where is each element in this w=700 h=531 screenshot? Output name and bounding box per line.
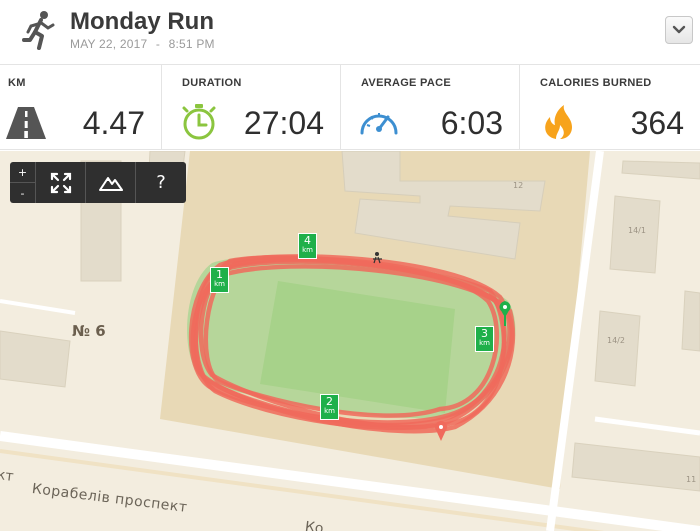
km-marker-unit: km	[324, 407, 335, 415]
km-marker-3[interactable]: 3 km	[475, 326, 494, 352]
stat-average-pace: AVERAGE PACE 6:03	[341, 65, 520, 149]
km-marker-1[interactable]: 1 km	[210, 267, 229, 293]
activity-time: 8:51 PM	[168, 37, 215, 51]
building	[0, 330, 71, 388]
km-marker-unit: km	[302, 246, 313, 254]
km-marker-number: 4	[304, 234, 311, 247]
stat-label: CALORIES BURNED	[540, 77, 652, 89]
street-label: кт	[0, 467, 15, 485]
zoom-controls: + -	[10, 162, 36, 203]
options-dropdown-button[interactable]	[665, 16, 693, 44]
stat-label: AVERAGE PACE	[361, 77, 451, 89]
km-marker-number: 1	[216, 268, 223, 281]
building	[594, 310, 641, 387]
building	[681, 290, 700, 352]
building-number: 12	[513, 181, 524, 190]
building-number: 14/2	[607, 336, 625, 345]
activity-date: MAY 22, 2017	[70, 37, 148, 51]
stat-duration: DURATION 27:04	[162, 65, 341, 149]
stat-calories: CALORIES BURNED 364	[520, 65, 700, 149]
km-marker-2[interactable]: 2 km	[320, 394, 339, 420]
map-canvas	[0, 151, 700, 531]
km-marker-unit: km	[214, 280, 225, 288]
stat-distance: KM 4.47	[0, 65, 162, 149]
chevron-down-icon	[672, 25, 686, 34]
stat-value: 6:03	[440, 105, 503, 141]
stat-value: 4.47	[82, 105, 145, 141]
building-number: 11	[686, 475, 697, 484]
km-marker-number: 3	[481, 327, 488, 340]
expand-icon	[50, 172, 71, 193]
stat-label: DURATION	[182, 77, 242, 89]
activity-header: Monday Run MAY 22, 2017 - 8:51 PM	[0, 0, 700, 64]
speedometer-icon	[360, 113, 398, 135]
road-icon	[6, 107, 46, 139]
stat-value: 27:04	[243, 105, 324, 141]
flame-icon	[545, 105, 572, 139]
activity-datetime: MAY 22, 2017 - 8:51 PM	[70, 37, 215, 51]
page-title: Monday Run	[70, 8, 214, 35]
route-map[interactable]: 12 14/1 14/2 11 № 6 кт Корабелів проспек…	[0, 151, 700, 531]
stats-bar: KM 4.47 DURATION 27:04 AVERAGE PACE 6:03	[0, 64, 700, 150]
zoom-in-button[interactable]: +	[10, 162, 35, 183]
help-button[interactable]: ?	[136, 162, 186, 203]
datetime-separator: -	[155, 37, 161, 51]
stopwatch-icon	[182, 104, 216, 140]
runner-icon	[22, 11, 55, 50]
km-marker-4[interactable]: 4 km	[298, 233, 317, 259]
zoom-out-button[interactable]: -	[10, 183, 35, 203]
stat-label: KM	[8, 77, 26, 89]
km-marker-number: 2	[326, 395, 333, 408]
area-label: № 6	[72, 322, 106, 340]
fullscreen-button[interactable]	[36, 162, 86, 203]
terrain-button[interactable]	[86, 162, 136, 203]
stat-value: 364	[630, 105, 684, 141]
street-label: Ко	[304, 519, 325, 531]
map-toolbar: + - ?	[10, 162, 186, 203]
km-marker-unit: km	[479, 339, 490, 347]
mountain-icon	[98, 176, 123, 191]
building-number: 14/1	[628, 226, 646, 235]
